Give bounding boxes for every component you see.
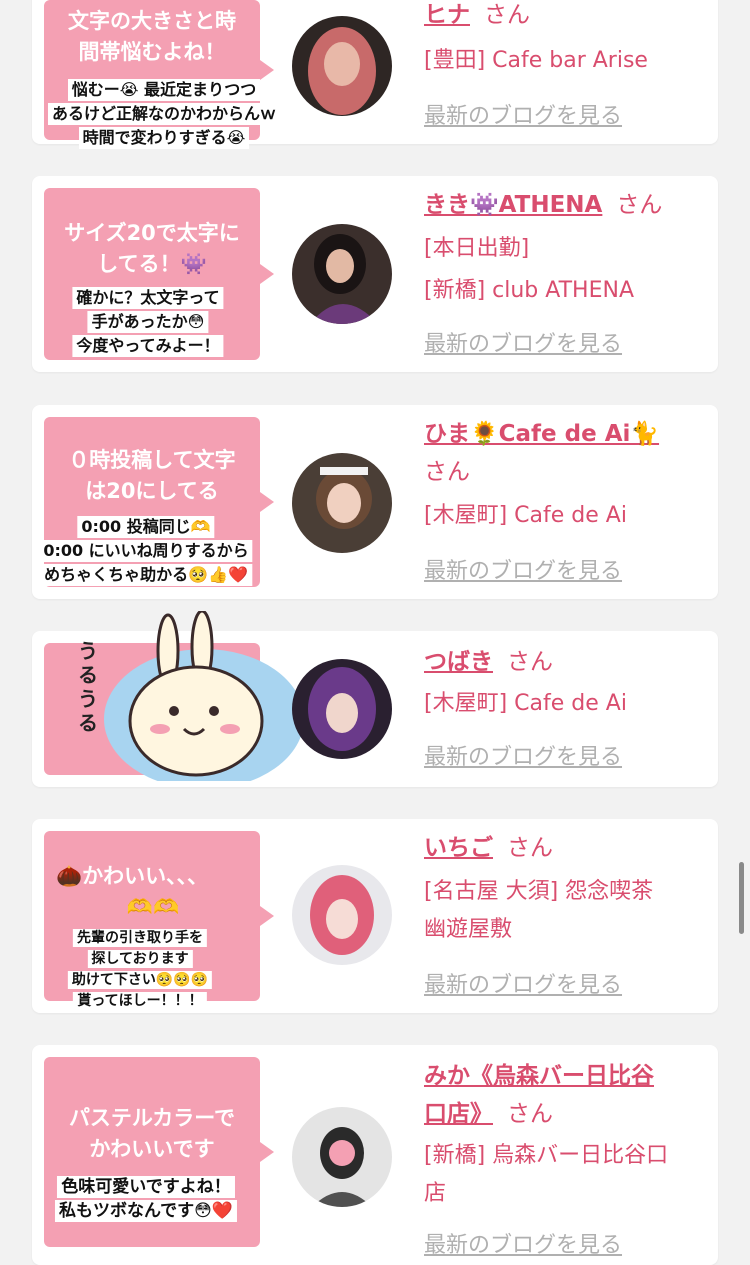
latest-blog-link[interactable]: 最新のブログを見る bbox=[424, 739, 622, 771]
bubble-title-line: パステルカラーで bbox=[68, 1106, 236, 1130]
reply-line: 手があったか😳 bbox=[87, 311, 209, 333]
blog-card: うるうる つばき さん [木屋町] Cafe de Ai 最新のブログを見る bbox=[32, 611, 718, 787]
bubble-title-line: 🫶🫶 bbox=[126, 895, 180, 919]
honorific: さん bbox=[484, 2, 530, 28]
reply-line: 貰ってほしー！！！ bbox=[73, 992, 207, 1010]
reply-line: 悩むー😭 最近定まりつつ bbox=[67, 79, 261, 101]
shop-info: [名古屋 大須] 怨念喫茶 bbox=[424, 879, 654, 904]
user-name-link[interactable]: ひま🌻Cafe de Ai🐈 bbox=[424, 421, 659, 447]
avatar[interactable] bbox=[292, 1107, 392, 1207]
bubble-title-line: ０時投稿して文字 bbox=[68, 448, 236, 472]
latest-blog-link[interactable]: 最新のブログを見る bbox=[424, 553, 622, 585]
bubble-title-line: 文字の大きさと時 bbox=[68, 9, 236, 33]
shop-info: [木屋町] Cafe de Ai bbox=[424, 691, 627, 716]
avatar-photo bbox=[292, 16, 392, 116]
latest-blog-link[interactable]: 最新のブログを見る bbox=[424, 1227, 622, 1259]
avatar-photo bbox=[292, 224, 392, 324]
reply-line: 時間で変わりすぎる😭 bbox=[78, 127, 250, 149]
bubble-title-line: は20にしてる bbox=[85, 479, 219, 503]
user-name-link[interactable]: つばき bbox=[424, 649, 493, 675]
shop-info: [木屋町] Cafe de Ai bbox=[424, 503, 627, 528]
avatar-photo bbox=[292, 453, 392, 553]
honorific: さん bbox=[424, 459, 470, 485]
avatar-photo bbox=[292, 659, 392, 759]
bubble-title-line: 間帯悩むよね！ bbox=[78, 40, 226, 64]
shop-info: 店 bbox=[424, 1181, 447, 1206]
user-name-link[interactable]: いちご bbox=[424, 835, 493, 861]
user-name-link-cont[interactable]: 口店》 bbox=[424, 1101, 493, 1127]
avatar[interactable] bbox=[292, 659, 392, 759]
user-name-link[interactable]: みか《烏森バー日比谷 bbox=[424, 1063, 654, 1089]
blog-card: パステルカラーで かわいいです 色味可愛いですよね！ 私もツボなんです😳❤️ み… bbox=[32, 1045, 718, 1265]
reply-line: あるけど正解なのかわからんｗ bbox=[47, 103, 281, 125]
blog-card: 🌰かわいい、、、 🫶🫶 先輩の引き取り手を 探しております 助けて下さい🥺🥺🥺 … bbox=[32, 819, 718, 1013]
scrollbar[interactable] bbox=[739, 862, 744, 934]
reply-stamp: 悩むー😭 最近定まりつつ あるけど正解なのかわからんｗ 時間で変わりすぎる😭 bbox=[47, 78, 281, 150]
user-name-link[interactable]: ヒナ bbox=[424, 2, 470, 28]
avatar[interactable] bbox=[292, 224, 392, 324]
shop-info: [本日出勤] bbox=[424, 236, 530, 261]
reply-line: めちゃくちゃ助かる🥺👍❤️ bbox=[40, 564, 252, 586]
reply-line: 0:00 投稿同じ🫶 bbox=[77, 516, 215, 538]
avatar-photo bbox=[292, 865, 392, 965]
avatar[interactable] bbox=[292, 453, 392, 553]
honorific: さん bbox=[507, 1101, 553, 1127]
bubble-title-line: してる！👾 bbox=[97, 252, 207, 276]
latest-blog-link[interactable]: 最新のブログを見る bbox=[424, 98, 622, 130]
sticker-text: うるうる bbox=[78, 639, 98, 735]
reply-line: 助けて下さい🥺🥺🥺 bbox=[67, 971, 213, 989]
blog-card: ０時投稿して文字 は20にしてる 0:00 投稿同じ🫶 0:00 にいいね周りす… bbox=[32, 405, 718, 599]
bubble-title-line: かわいいです bbox=[89, 1137, 215, 1161]
shop-info: 幽遊屋敷 bbox=[424, 917, 513, 942]
reply-line: 先輩の引き取り手を bbox=[72, 929, 207, 947]
avatar-photo bbox=[292, 1107, 392, 1207]
reply-stamp: 先輩の引き取り手を 探しております 助けて下さい🥺🥺🥺 貰ってほしー！！！ bbox=[67, 927, 213, 1011]
blog-card: 文字の大きさと時 間帯悩むよね！ 悩むー😭 最近定まりつつ あるけど正解なのかわ… bbox=[32, 0, 718, 149]
reply-line: 探しております bbox=[87, 950, 193, 968]
honorific: さん bbox=[507, 835, 553, 861]
reply-line: 0:00 にいいね周りするから bbox=[39, 540, 253, 562]
reply-line: 私もツボなんです😳❤️ bbox=[54, 1200, 238, 1222]
latest-blog-link[interactable]: 最新のブログを見る bbox=[424, 967, 622, 999]
reply-stamp: 確かに？太文字って 手があったか😳 今度やってみよー！ bbox=[72, 286, 224, 358]
latest-blog-link[interactable]: 最新のブログを見る bbox=[424, 326, 622, 358]
shop-info: [豊田] Cafe bar Arise bbox=[424, 48, 648, 73]
user-name-link[interactable]: きき👾ATHENA bbox=[424, 192, 602, 218]
reply-stamp: 0:00 投稿同じ🫶 0:00 にいいね周りするから めちゃくちゃ助かる🥺👍❤️ bbox=[39, 515, 253, 587]
reply-line: 今度やってみよー！ bbox=[72, 335, 224, 357]
shop-info: [新橋] 烏森バー日比谷口 bbox=[424, 1143, 669, 1168]
reply-line: 色味可愛いですよね！ bbox=[57, 1176, 235, 1198]
avatar[interactable] bbox=[292, 865, 392, 965]
honorific: さん bbox=[616, 192, 663, 218]
reply-stamp: 色味可愛いですよね！ 私もツボなんです😳❤️ bbox=[54, 1175, 238, 1223]
avatar[interactable] bbox=[292, 16, 392, 116]
blog-card: サイズ20で太字に してる！👾 確かに？太文字って 手があったか😳 今度やってみ… bbox=[32, 176, 718, 372]
bubble-title-line: 🌰かわいい、、、 bbox=[56, 864, 209, 888]
reply-line: 確かに？太文字って bbox=[72, 287, 224, 309]
bubble-title-line: サイズ20で太字に bbox=[64, 221, 240, 245]
shop-info: [新橋] club ATHENA bbox=[424, 278, 634, 303]
honorific: さん bbox=[507, 649, 553, 675]
